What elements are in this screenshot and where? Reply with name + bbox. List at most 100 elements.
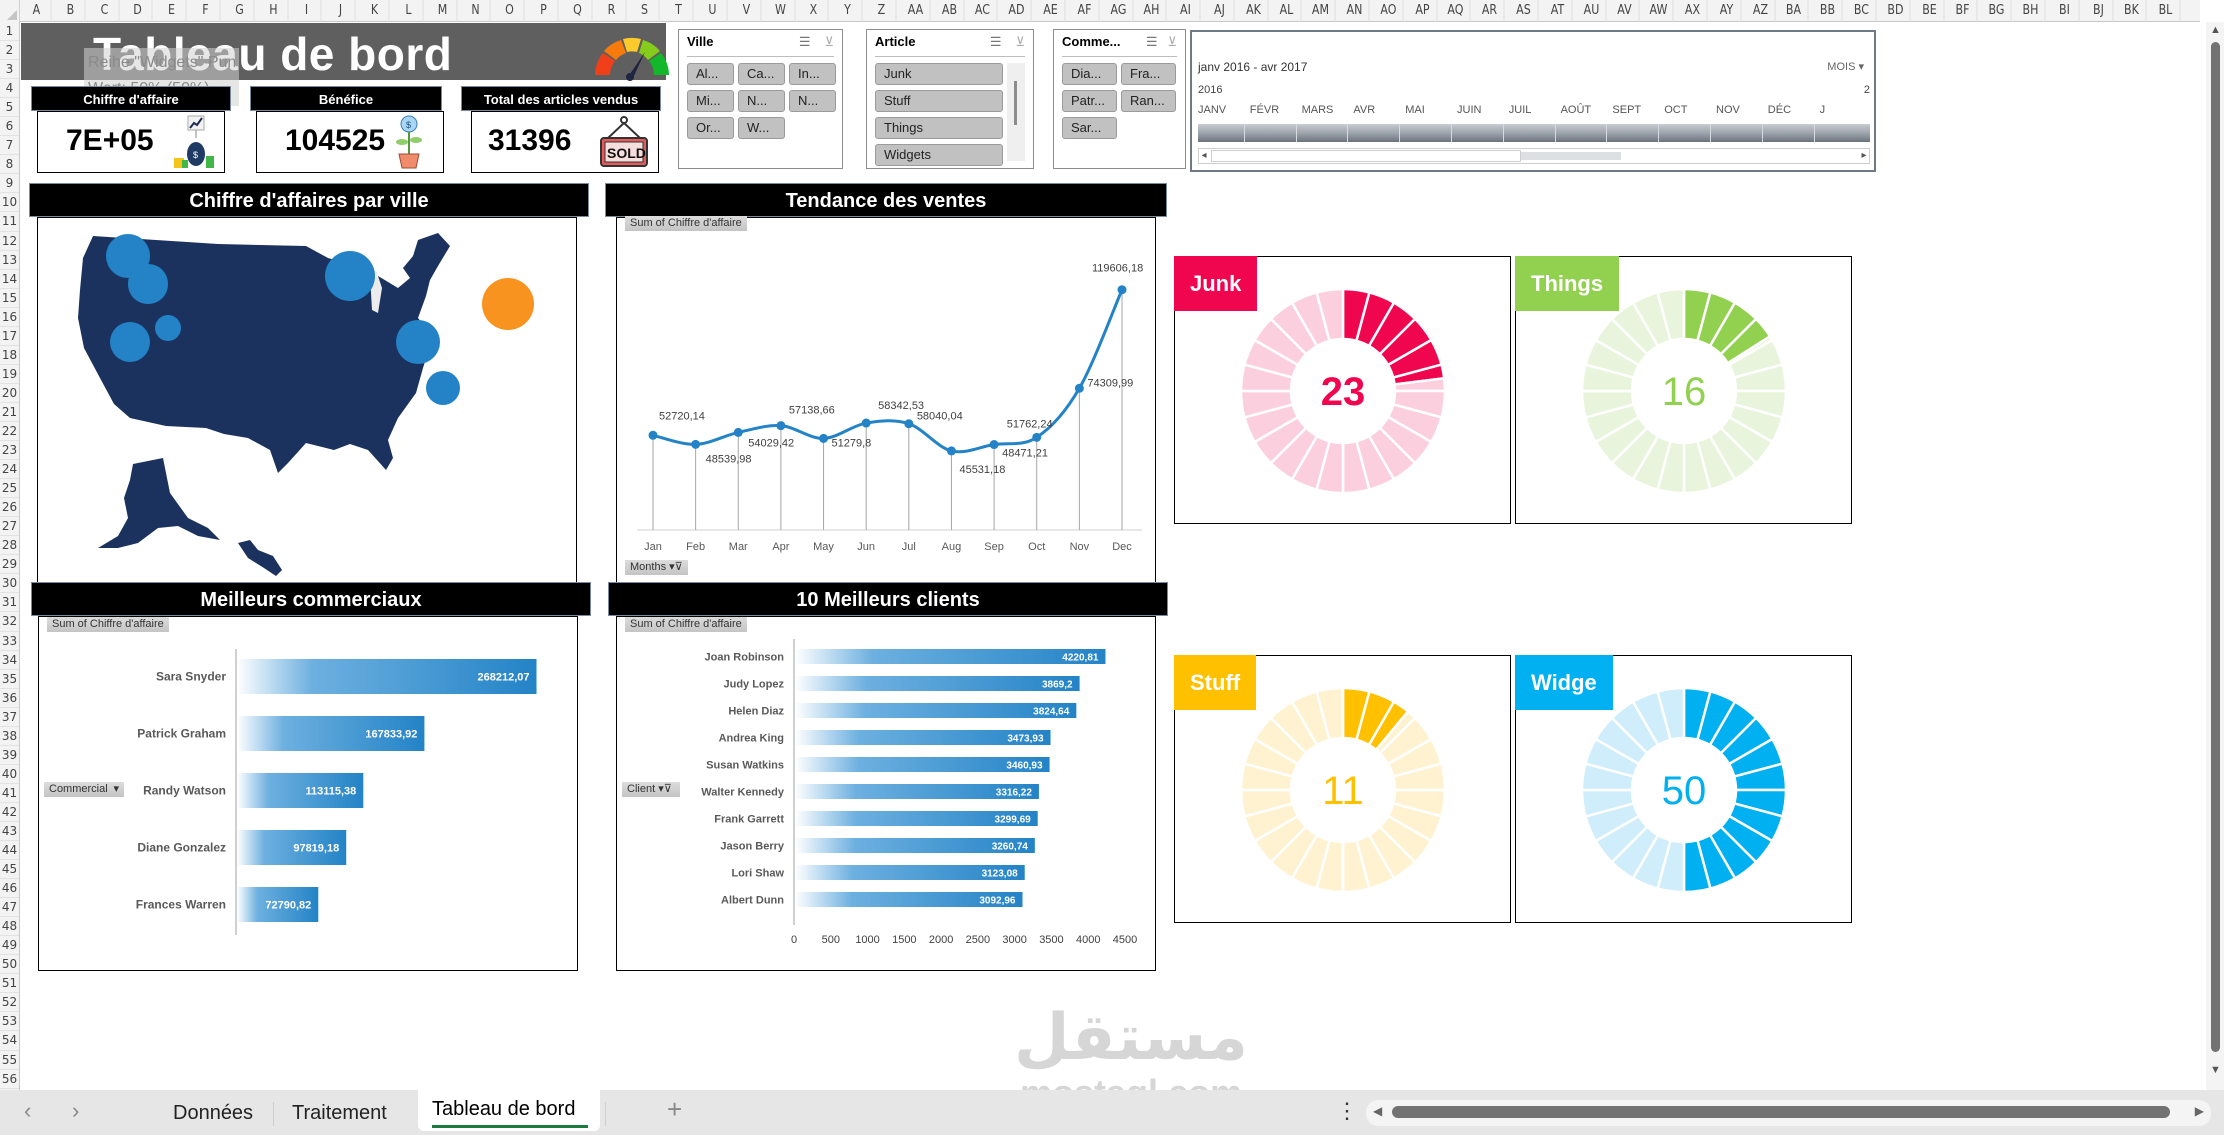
scroll-left-icon[interactable]: ◂ bbox=[1199, 150, 1209, 161]
bar[interactable] bbox=[795, 649, 1106, 664]
row-header[interactable]: 48 bbox=[0, 917, 19, 937]
data-point[interactable] bbox=[1032, 432, 1042, 442]
slicer-item[interactable]: Patr... bbox=[1062, 90, 1117, 112]
row-header[interactable]: 38 bbox=[0, 727, 19, 746]
tab-donnees[interactable]: Données bbox=[173, 1102, 253, 1125]
horizontal-scroll-thumb[interactable] bbox=[1392, 1106, 2170, 1118]
column-header[interactable]: AN bbox=[1341, 0, 1370, 22]
data-point[interactable] bbox=[819, 433, 829, 443]
column-header[interactable]: AZ bbox=[1746, 0, 1775, 22]
column-header[interactable]: AI bbox=[1172, 0, 1201, 22]
slicer-item[interactable]: W... bbox=[738, 117, 785, 139]
column-header[interactable]: O bbox=[496, 0, 525, 22]
row-header[interactable]: 12 bbox=[0, 232, 19, 251]
column-header[interactable]: AW bbox=[1645, 0, 1674, 22]
row-header[interactable]: 44 bbox=[0, 841, 19, 861]
slicer-item[interactable]: Widgets bbox=[875, 144, 1003, 166]
timeline-month-label[interactable]: J bbox=[1820, 104, 1826, 116]
row-header[interactable]: 1 bbox=[0, 22, 19, 42]
row-header[interactable]: 9 bbox=[0, 174, 19, 194]
map-bubble[interactable] bbox=[395, 319, 441, 365]
vertical-scrollbar[interactable]: ▲ ▼ bbox=[2206, 22, 2224, 1090]
scroll-left-icon[interactable]: ◀ bbox=[1373, 1104, 1382, 1118]
scroll-up-icon[interactable]: ▲ bbox=[2210, 24, 2221, 36]
slicer-item[interactable]: N... bbox=[789, 90, 836, 112]
slicer-item[interactable]: Junk bbox=[875, 63, 1003, 85]
row-header[interactable]: 16 bbox=[0, 308, 19, 327]
multi-select-icon[interactable]: ☰ bbox=[799, 34, 811, 50]
data-point[interactable] bbox=[1074, 383, 1084, 393]
slicer-item[interactable]: Sar... bbox=[1062, 117, 1117, 139]
row-header[interactable]: 28 bbox=[0, 536, 19, 556]
timeline-month-label[interactable]: SEPT bbox=[1612, 104, 1641, 116]
row-header[interactable]: 2 bbox=[0, 41, 19, 61]
data-point[interactable] bbox=[1117, 285, 1127, 295]
slicer-scrollbar[interactable] bbox=[1007, 63, 1025, 161]
slicer-item[interactable]: Fra... bbox=[1121, 63, 1176, 85]
row-header[interactable]: 22 bbox=[0, 422, 19, 442]
column-header[interactable]: U bbox=[698, 0, 728, 22]
clear-filter-icon[interactable]: ⊻ bbox=[1167, 34, 1177, 50]
column-header[interactable]: BH bbox=[2017, 0, 2046, 22]
column-header[interactable]: BC bbox=[1848, 0, 1877, 22]
column-header[interactable]: L bbox=[394, 0, 424, 22]
column-header[interactable]: AQ bbox=[1442, 0, 1471, 22]
slicer-item[interactable]: Mi... bbox=[687, 90, 734, 112]
column-header[interactable]: J bbox=[327, 0, 356, 22]
data-point[interactable] bbox=[946, 446, 956, 456]
tab-traitement[interactable]: Traitement bbox=[292, 1102, 387, 1125]
row-header[interactable]: 32 bbox=[0, 612, 19, 632]
add-sheet-icon[interactable]: + bbox=[667, 1094, 682, 1125]
column-header[interactable]: AE bbox=[1036, 0, 1066, 22]
column-header[interactable]: BJ bbox=[2084, 0, 2113, 22]
scroll-right-icon[interactable]: ▶ bbox=[2195, 1104, 2204, 1118]
row-header[interactable]: 56 bbox=[0, 1070, 19, 1089]
row-header[interactable]: 53 bbox=[0, 1012, 19, 1032]
column-header[interactable]: AD bbox=[1003, 0, 1032, 22]
row-header[interactable]: 26 bbox=[0, 498, 19, 518]
map-bubble[interactable] bbox=[128, 264, 168, 304]
horizontal-scrollbar[interactable]: ◀ ▶ bbox=[1366, 1100, 2211, 1126]
column-header[interactable]: F bbox=[192, 0, 221, 22]
column-header[interactable]: H bbox=[259, 0, 288, 22]
scroll-down-icon[interactable]: ▼ bbox=[2210, 1064, 2221, 1076]
row-header[interactable]: 47 bbox=[0, 898, 19, 918]
column-header[interactable]: BI bbox=[2050, 0, 2080, 22]
data-point[interactable] bbox=[861, 418, 871, 428]
row-header[interactable]: 21 bbox=[0, 403, 19, 422]
timeline-month-label[interactable]: FÉVR bbox=[1250, 104, 1279, 116]
slicer-item[interactable]: Things bbox=[875, 117, 1003, 139]
row-header[interactable]: 49 bbox=[0, 936, 19, 956]
column-header[interactable]: V bbox=[732, 0, 761, 22]
row-header[interactable]: 52 bbox=[0, 993, 19, 1013]
scroll-right-icon[interactable]: ▸ bbox=[1859, 150, 1869, 161]
column-header[interactable]: Q bbox=[563, 0, 593, 22]
row-header[interactable]: 42 bbox=[0, 803, 19, 822]
row-header[interactable]: 40 bbox=[0, 765, 19, 784]
row-header[interactable]: 13 bbox=[0, 251, 19, 270]
more-options-icon[interactable]: ⋮ bbox=[1336, 1098, 1358, 1124]
row-header[interactable]: 18 bbox=[0, 346, 19, 365]
row-header[interactable]: 17 bbox=[0, 327, 19, 346]
clear-filter-icon[interactable]: ⊻ bbox=[1015, 34, 1025, 50]
timeline-month-label[interactable]: OCT bbox=[1664, 104, 1687, 116]
slicer-scroll-thumb[interactable] bbox=[1014, 81, 1017, 125]
row-header[interactable]: 31 bbox=[0, 593, 19, 613]
timeline-month-label[interactable]: MARS bbox=[1302, 104, 1334, 116]
map-bubble[interactable] bbox=[109, 321, 151, 363]
slicer-item[interactable]: Ran... bbox=[1121, 90, 1176, 112]
column-header[interactable]: BA bbox=[1780, 0, 1809, 22]
timeline-month-label[interactable]: JUIN bbox=[1457, 104, 1481, 116]
months-filter-button[interactable]: Months ▾⊽ bbox=[625, 560, 688, 575]
column-header[interactable]: AS bbox=[1510, 0, 1539, 22]
row-header[interactable]: 34 bbox=[0, 651, 19, 670]
column-header[interactable]: AK bbox=[1239, 0, 1268, 22]
column-header[interactable]: AM bbox=[1307, 0, 1336, 22]
data-point[interactable] bbox=[989, 440, 999, 450]
column-header[interactable]: BG bbox=[1983, 0, 2012, 22]
row-header[interactable]: 45 bbox=[0, 860, 19, 880]
row-header[interactable]: 15 bbox=[0, 289, 19, 308]
slicer-item[interactable]: Stuff bbox=[875, 90, 1003, 112]
column-header[interactable]: AJ bbox=[1205, 0, 1235, 22]
row-header[interactable]: 35 bbox=[0, 670, 19, 689]
